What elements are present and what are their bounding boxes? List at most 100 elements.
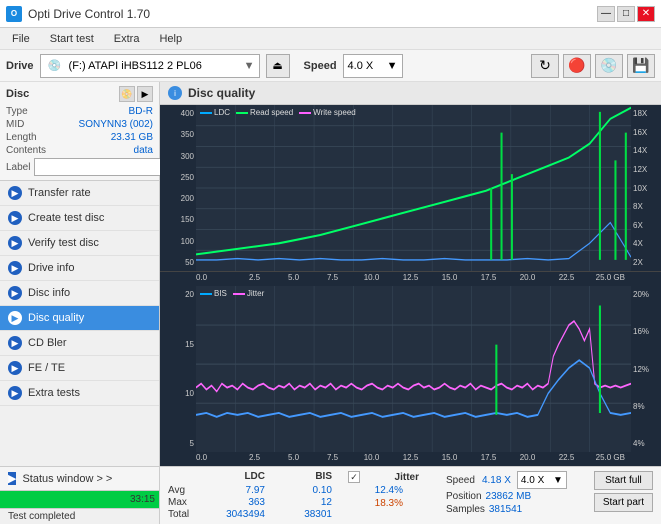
nav-item-create-test-disc[interactable]: ▶ Create test disc: [0, 206, 159, 231]
sidebar-bottom: ▶ Status window > > 33:15 Test completed: [0, 466, 159, 524]
start-full-button[interactable]: Start full: [594, 471, 653, 490]
chart-svg-top: [196, 105, 631, 271]
nav-label-fe-te: FE / TE: [28, 362, 65, 374]
nav-item-cd-bler[interactable]: ▶ CD Bler: [0, 331, 159, 356]
nav-item-transfer-rate[interactable]: ▶ Transfer rate: [0, 181, 159, 206]
progress-bar-row: 33:15: [0, 490, 159, 508]
chart-main-bottom: BIS Jitter: [196, 286, 631, 452]
legend-jitter: [233, 293, 245, 295]
speed-select-stats[interactable]: 4.0 X ▼: [517, 471, 567, 489]
time-display: 33:15: [130, 494, 155, 505]
stats-avg-label: Avg: [168, 485, 198, 496]
disc-quality-icon: i: [168, 86, 182, 100]
stats-jitter-max: 18.3%: [348, 498, 403, 509]
stats-bis-avg: 0.10: [277, 485, 332, 496]
title-bar: O Opti Drive Control 1.70 — □ ✕: [0, 0, 661, 28]
speed-arrow: ▼: [387, 60, 398, 72]
chart-legend-bottom: BIS Jitter: [200, 289, 264, 298]
nav-icon-verify-test-disc: ▶: [8, 236, 22, 250]
nav-item-extra-tests[interactable]: ▶ Extra tests: [0, 381, 159, 406]
nav-item-disc-quality[interactable]: ▶ Disc quality: [0, 306, 159, 331]
status-window-icon: ▶: [8, 472, 16, 485]
close-button[interactable]: ✕: [637, 6, 655, 22]
nav-icon-cd-bler: ▶: [8, 336, 22, 350]
stats-bis-total: 38301: [277, 509, 332, 520]
position-value: 23862 MB: [486, 491, 532, 502]
stats-ldc-total: 3043494: [210, 509, 265, 520]
chart-svg-bottom: [196, 286, 631, 452]
nav-label-create-test-disc: Create test disc: [28, 212, 104, 224]
stats-empty-header: [168, 471, 198, 482]
chart-main-top: LDC Read speed Write speed: [196, 105, 631, 271]
chart-ldc: 40035030025020015010050 LDC Read speed: [160, 105, 661, 272]
drive-eject-button[interactable]: ⏏: [266, 54, 290, 78]
nav-label-extra-tests: Extra tests: [28, 387, 80, 399]
nav-icon-fe-te: ▶: [8, 361, 22, 375]
stats-ldc-header: LDC: [210, 471, 265, 482]
save-button[interactable]: 💾: [627, 54, 655, 78]
disc-icon-1[interactable]: 📀: [119, 86, 135, 102]
nav-icon-create-test-disc: ▶: [8, 211, 22, 225]
start-part-button[interactable]: Start part: [594, 493, 653, 512]
drive-icon: 💿: [45, 56, 65, 76]
chart-bis-jitter: 2015105 BIS Jitter: [160, 286, 661, 452]
label-label: Label: [6, 162, 30, 173]
stats-bis-header: BIS: [277, 471, 332, 482]
sidebar: Disc 📀 ▶ Type BD-R MID SONYNN3 (002) Len…: [0, 82, 160, 524]
status-window-button[interactable]: ▶ Status window > >: [0, 466, 159, 490]
refresh-button[interactable]: ↻: [531, 54, 559, 78]
legend-write: [299, 112, 311, 114]
main-area: Disc 📀 ▶ Type BD-R MID SONYNN3 (002) Len…: [0, 82, 661, 524]
disc-burn-button[interactable]: 🔴: [563, 54, 591, 78]
nav-item-drive-info[interactable]: ▶ Drive info: [0, 256, 159, 281]
drive-dropdown-arrow: ▼: [244, 60, 255, 72]
position-label: Position: [446, 491, 482, 502]
chart-x-axis-bottom: 0.0 2.5 5.0 7.5 10.0 12.5 15.0 17.5 20.0…: [160, 452, 661, 466]
window-title: Opti Drive Control 1.70: [28, 7, 150, 21]
stats-table: LDC BIS Avg 7.97 0.10 Max 363 12 Total: [168, 471, 332, 520]
minimize-button[interactable]: —: [597, 6, 615, 22]
menu-help[interactable]: Help: [151, 31, 190, 47]
nav-icon-extra-tests: ▶: [8, 386, 22, 400]
legend-ldc: [200, 112, 212, 114]
drive-select[interactable]: 💿 (F:) ATAPI iHBS112 2 PL06 ▼: [40, 54, 260, 78]
nav-items: ▶ Transfer rate ▶ Create test disc ▶ Ver…: [0, 181, 159, 466]
disc-icon-2[interactable]: ▶: [137, 86, 153, 102]
stats-jitter-header: Jitter: [364, 472, 419, 483]
label-input[interactable]: [34, 158, 172, 176]
contents-label: Contents: [6, 145, 46, 156]
chart-y-right-bottom: 20%16%12%8%4%: [631, 286, 661, 452]
speed-label: Speed: [304, 60, 337, 72]
disc-rw-button[interactable]: 💿: [595, 54, 623, 78]
legend-read: [236, 112, 248, 114]
nav-item-verify-test-disc[interactable]: ▶ Verify test disc: [0, 231, 159, 256]
disc-quality-title: Disc quality: [188, 86, 255, 100]
type-value: BD-R: [129, 106, 153, 117]
drive-label: Drive: [6, 60, 34, 72]
mid-label: MID: [6, 119, 24, 130]
start-buttons: Start full Start part: [594, 471, 653, 512]
menu-file[interactable]: File: [4, 31, 38, 47]
nav-item-fe-te[interactable]: ▶ FE / TE: [0, 356, 159, 381]
stats-ldc-avg: 7.97: [210, 485, 265, 496]
maximize-button[interactable]: □: [617, 6, 635, 22]
disc-panel-title: Disc: [6, 88, 29, 100]
menu-start-test[interactable]: Start test: [42, 31, 102, 47]
legend-read-label: Read speed: [250, 108, 293, 117]
nav-item-disc-info[interactable]: ▶ Disc info: [0, 281, 159, 306]
legend-ldc-label: LDC: [214, 108, 230, 117]
speed-select[interactable]: 4.0 X ▼: [343, 54, 403, 78]
chart-y-left-top: 40035030025020015010050: [160, 105, 196, 271]
length-value: 23.31 GB: [111, 132, 153, 143]
stats-jitter-avg: 12.4%: [348, 485, 403, 496]
stats-total-label: Total: [168, 509, 198, 520]
samples-value: 381541: [489, 504, 522, 515]
jitter-checkbox[interactable]: ✓: [348, 471, 360, 483]
chart-legend-top: LDC Read speed Write speed: [200, 108, 356, 117]
nav-icon-disc-quality: ▶: [8, 311, 22, 325]
stats-bar: LDC BIS Avg 7.97 0.10 Max 363 12 Total: [160, 466, 661, 524]
speed-label-stats: Speed: [446, 475, 476, 486]
legend-write-label: Write speed: [313, 108, 356, 117]
menu-extra[interactable]: Extra: [106, 31, 148, 47]
app-icon: O: [6, 6, 22, 22]
